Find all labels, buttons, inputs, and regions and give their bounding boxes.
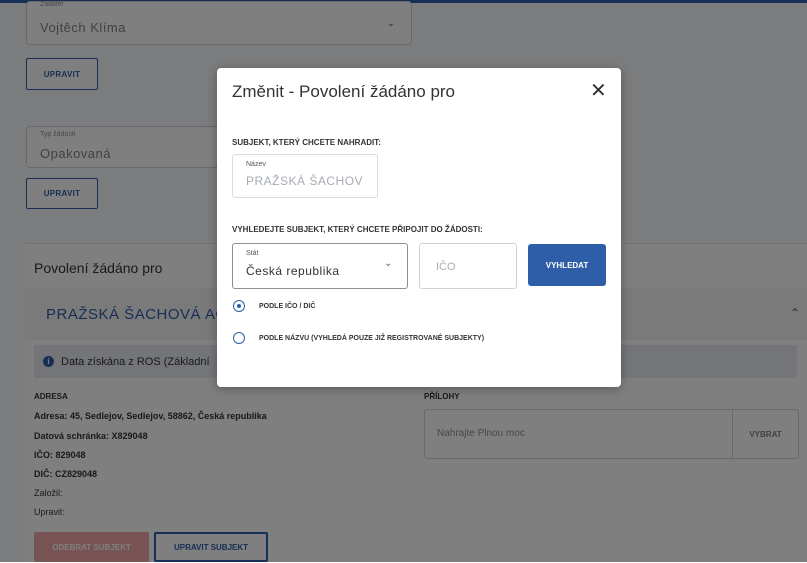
radio-by-ico-label: PODLE IČO / DIČ <box>259 303 316 310</box>
country-label: Stát <box>246 250 259 257</box>
country-select[interactable]: Stát Česká republika ⌄ <box>232 243 408 289</box>
radio-by-name-label: PODLE NÁZVU (VYHLEDÁ POUZE JIŽ REGISTROV… <box>259 335 485 342</box>
ico-input[interactable]: IČO <box>419 243 517 289</box>
search-heading: VYHLEDEJTE SUBJEKT, KTERÝ CHCETE PŘIPOJI… <box>232 225 483 234</box>
chevron-down-icon: ⌄ <box>384 258 393 269</box>
name-field-label: Název <box>246 161 266 168</box>
search-button[interactable]: VYHLEDAT <box>528 244 606 286</box>
name-field-value: PRAŽSKÁ ŠACHOV <box>246 174 364 188</box>
replace-heading: SUBJEKT, KTERÝ CHCETE NAHRADIT: <box>232 138 381 147</box>
radio-by-ico[interactable] <box>233 300 245 312</box>
modal-title: Změnit - Povolení žádáno pro <box>232 82 456 101</box>
ico-placeholder: IČO <box>436 261 456 273</box>
radio-by-name[interactable] <box>233 332 245 344</box>
change-subject-modal: Změnit - Povolení žádáno pro ✕ SUBJEKT, … <box>217 68 621 387</box>
close-icon[interactable]: ✕ <box>590 78 607 103</box>
country-value: Česká republika <box>246 264 340 278</box>
name-field: Název PRAŽSKÁ ŠACHOV <box>232 154 378 198</box>
